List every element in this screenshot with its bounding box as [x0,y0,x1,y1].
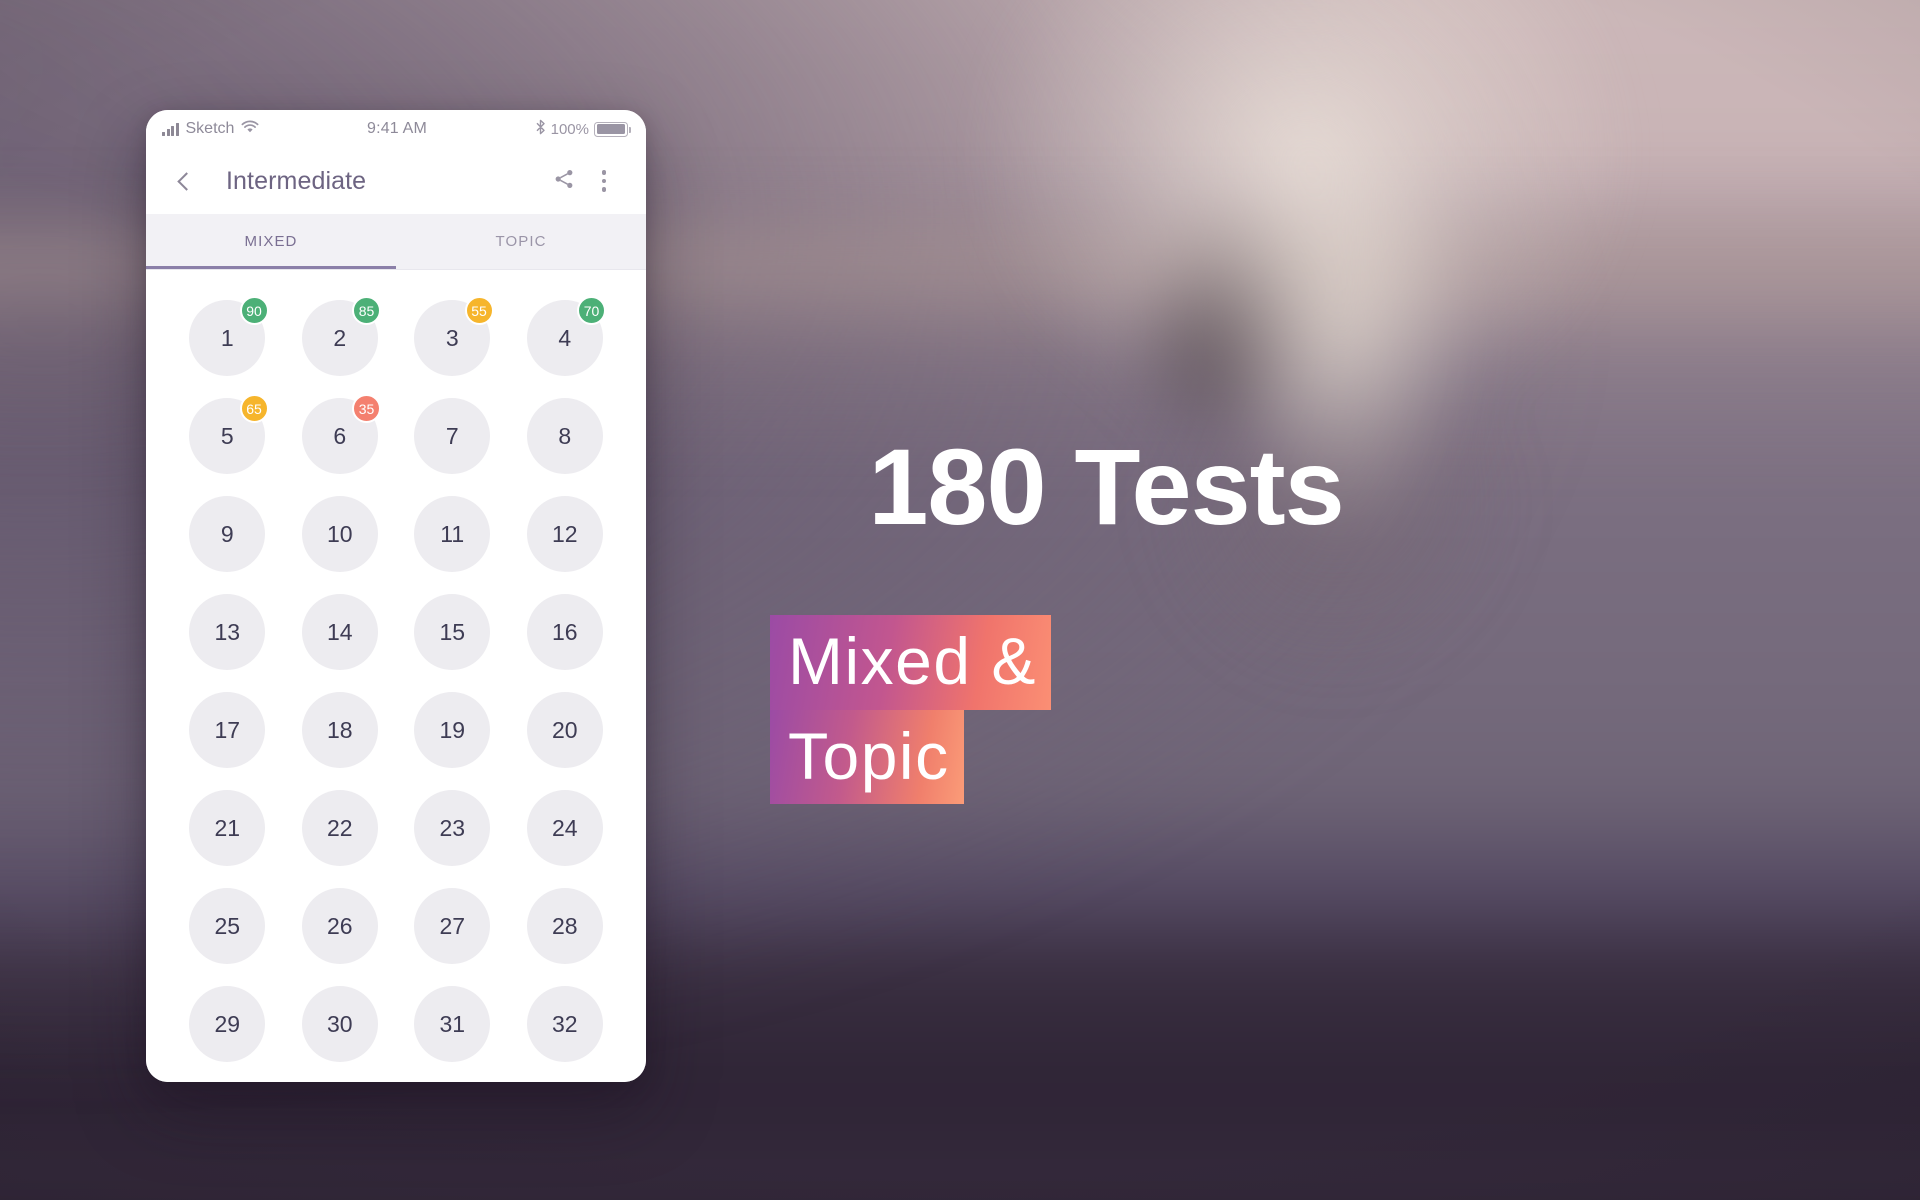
status-bar-right: 100% [535,119,631,139]
test-cell[interactable]: 22 [293,790,388,866]
overflow-menu-button[interactable] [584,161,624,201]
test-number: 22 [301,790,378,866]
tab-mixed-label: MIXED [244,233,298,250]
test-cell[interactable]: 29 [180,986,275,1062]
test-number: 9 [189,496,266,572]
tab-bar: MIXED TOPIC [146,214,646,270]
status-bar-time: 9:41 AM [366,120,428,137]
tab-mixed[interactable]: MIXED [146,214,396,269]
test-cell[interactable]: 17 [180,692,275,768]
promo-subline-1: Mixed & [770,615,1051,710]
back-button[interactable] [164,161,204,201]
test-cell[interactable]: 7 [405,398,500,474]
test-number: 28 [526,888,603,964]
test-number: 14 [301,594,378,670]
test-number: 31 [414,986,491,1062]
page-title: Intermediate [226,166,367,195]
test-cell[interactable]: 6 35 [293,394,388,474]
test-cell[interactable]: 14 [293,594,388,670]
test-number: 26 [301,888,378,964]
test-cell[interactable]: 27 [405,888,500,964]
app-bar: Intermediate [146,148,646,214]
back-chevron-icon [176,171,196,191]
test-cell[interactable]: 12 [518,496,613,572]
share-icon [553,168,575,195]
test-cell[interactable]: 30 [293,986,388,1062]
promo-headline: 180 Tests [868,426,1344,547]
test-cell[interactable]: 10 [293,496,388,572]
test-cell[interactable]: 24 [518,790,613,866]
promo-copy: 180 Tests Mixed & Topic [770,426,1570,805]
test-cell[interactable]: 19 [405,692,500,768]
test-cell[interactable]: 28 [518,888,613,964]
test-number: 19 [414,692,491,768]
test-number: 23 [414,790,491,866]
battery-full-icon [594,121,631,137]
test-cell[interactable]: 13 [180,594,275,670]
test-number: 12 [526,496,603,572]
test-cell[interactable]: 31 [405,986,500,1062]
score-badge: 55 [464,296,494,325]
phone-mockup: Sketch 9:41 AM 100% Intermediate MIXED T… [146,110,646,1082]
test-cell[interactable]: 5 65 [180,394,275,474]
bluetooth-icon [535,119,546,139]
test-number: 20 [526,692,603,768]
test-number: 17 [189,692,266,768]
score-badge: 65 [239,394,269,423]
test-number: 24 [526,790,603,866]
test-grid: 1 90 2 85 3 55 4 70 5 65 6 35 7 8 9 10 11 12 13 14 15 16 17 18 1… [180,296,613,1062]
test-cell[interactable]: 16 [518,594,613,670]
test-cell[interactable]: 11 [405,496,500,572]
test-number: 16 [526,594,603,670]
test-number: 18 [301,692,378,768]
score-badge: 90 [239,296,269,325]
status-bar-left: Sketch [162,120,259,139]
test-number: 11 [414,496,491,572]
promo-subheadline: Mixed & Topic [770,615,1570,805]
test-number: 32 [526,986,603,1062]
test-number: 10 [301,496,378,572]
status-bar: Sketch 9:41 AM 100% [146,110,646,148]
test-number: 13 [189,594,266,670]
test-cell[interactable]: 25 [180,888,275,964]
test-cell[interactable]: 32 [518,986,613,1062]
test-number: 8 [526,398,603,474]
battery-percent-label: 100% [550,120,589,138]
test-number: 27 [414,888,491,964]
promo-subline-2: Topic [770,709,964,805]
test-cell[interactable]: 15 [405,594,500,670]
test-cell[interactable]: 3 55 [405,296,500,376]
test-number: 30 [301,986,378,1062]
score-badge: 70 [577,296,606,325]
score-badge: 35 [352,394,381,423]
test-number: 25 [189,888,266,964]
tab-topic[interactable]: TOPIC [396,214,646,269]
test-cell[interactable]: 26 [293,888,388,964]
test-cell[interactable]: 2 85 [293,296,388,376]
test-cell[interactable]: 9 [180,496,275,572]
test-cell[interactable]: 4 70 [518,296,613,376]
wifi-icon [241,120,259,139]
test-cell[interactable]: 1 90 [180,296,275,376]
test-number: 21 [189,790,266,866]
test-grid-scroll-area[interactable]: 1 90 2 85 3 55 4 70 5 65 6 35 7 8 9 10 11 12 13 14 15 16 17 18 1… [146,270,646,1082]
tab-topic-label: TOPIC [495,233,547,250]
cellular-bars-icon [162,122,179,136]
test-cell[interactable]: 23 [405,790,500,866]
test-number: 29 [189,986,266,1062]
test-number: 15 [414,594,491,670]
more-vertical-icon [601,170,607,192]
score-badge: 85 [352,296,381,325]
test-number: 7 [414,398,491,474]
test-cell[interactable]: 20 [518,692,613,768]
test-cell[interactable]: 8 [518,398,613,474]
share-button[interactable] [544,161,584,201]
test-cell[interactable]: 18 [293,692,388,768]
test-cell[interactable]: 21 [180,790,275,866]
carrier-label: Sketch [185,120,235,137]
